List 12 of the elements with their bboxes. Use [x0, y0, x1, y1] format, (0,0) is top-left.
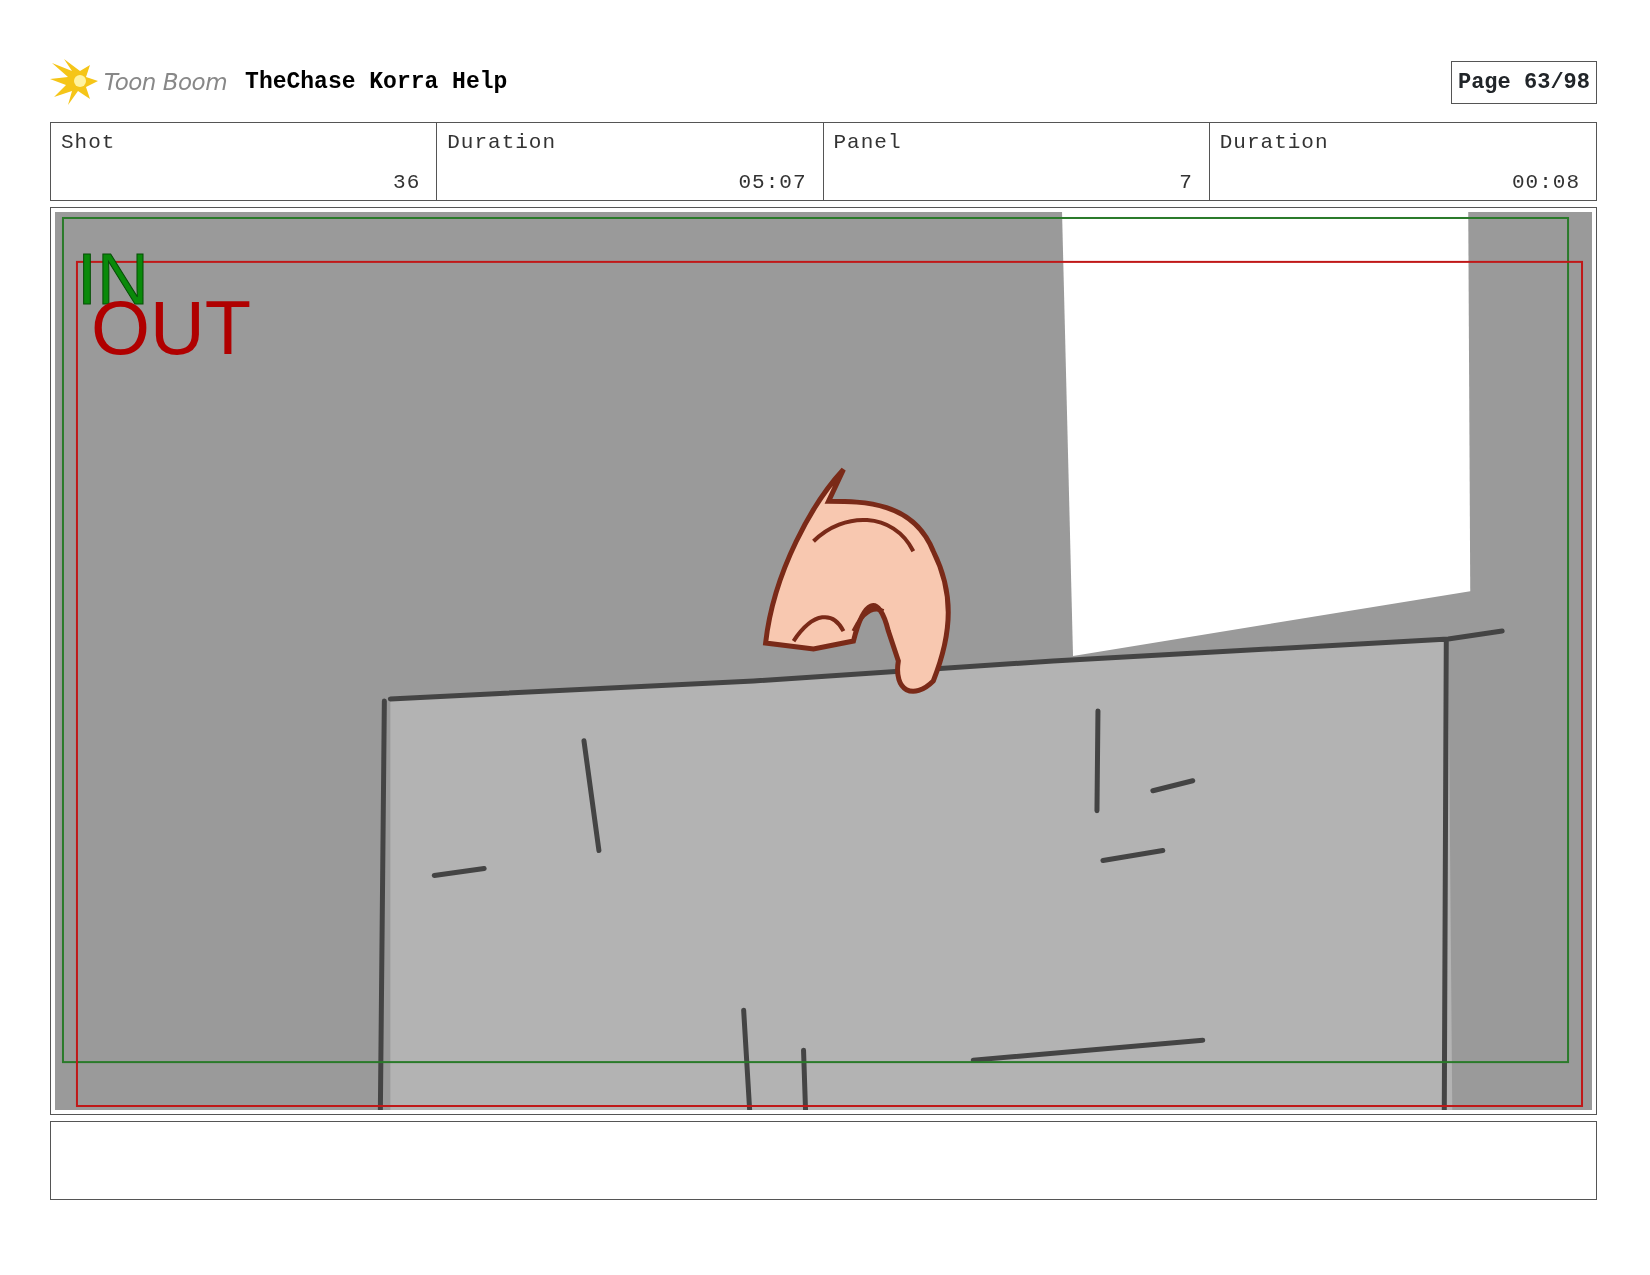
- field-label: Shot: [61, 130, 116, 156]
- field-value: 7: [1179, 169, 1193, 196]
- document-title: TheChase Korra Help: [245, 67, 508, 97]
- field-label: Duration: [447, 130, 557, 156]
- field-label: Panel: [833, 130, 902, 156]
- field-value: 05:07: [738, 169, 807, 196]
- page-number: Page 63/98: [1450, 60, 1597, 104]
- logo-text: Toon Boom: [104, 67, 228, 97]
- field-value: 00:08: [1512, 169, 1580, 196]
- starburst-logo-icon: [50, 57, 100, 107]
- field-value: 36: [393, 169, 421, 196]
- field-label: Duration: [1219, 130, 1329, 156]
